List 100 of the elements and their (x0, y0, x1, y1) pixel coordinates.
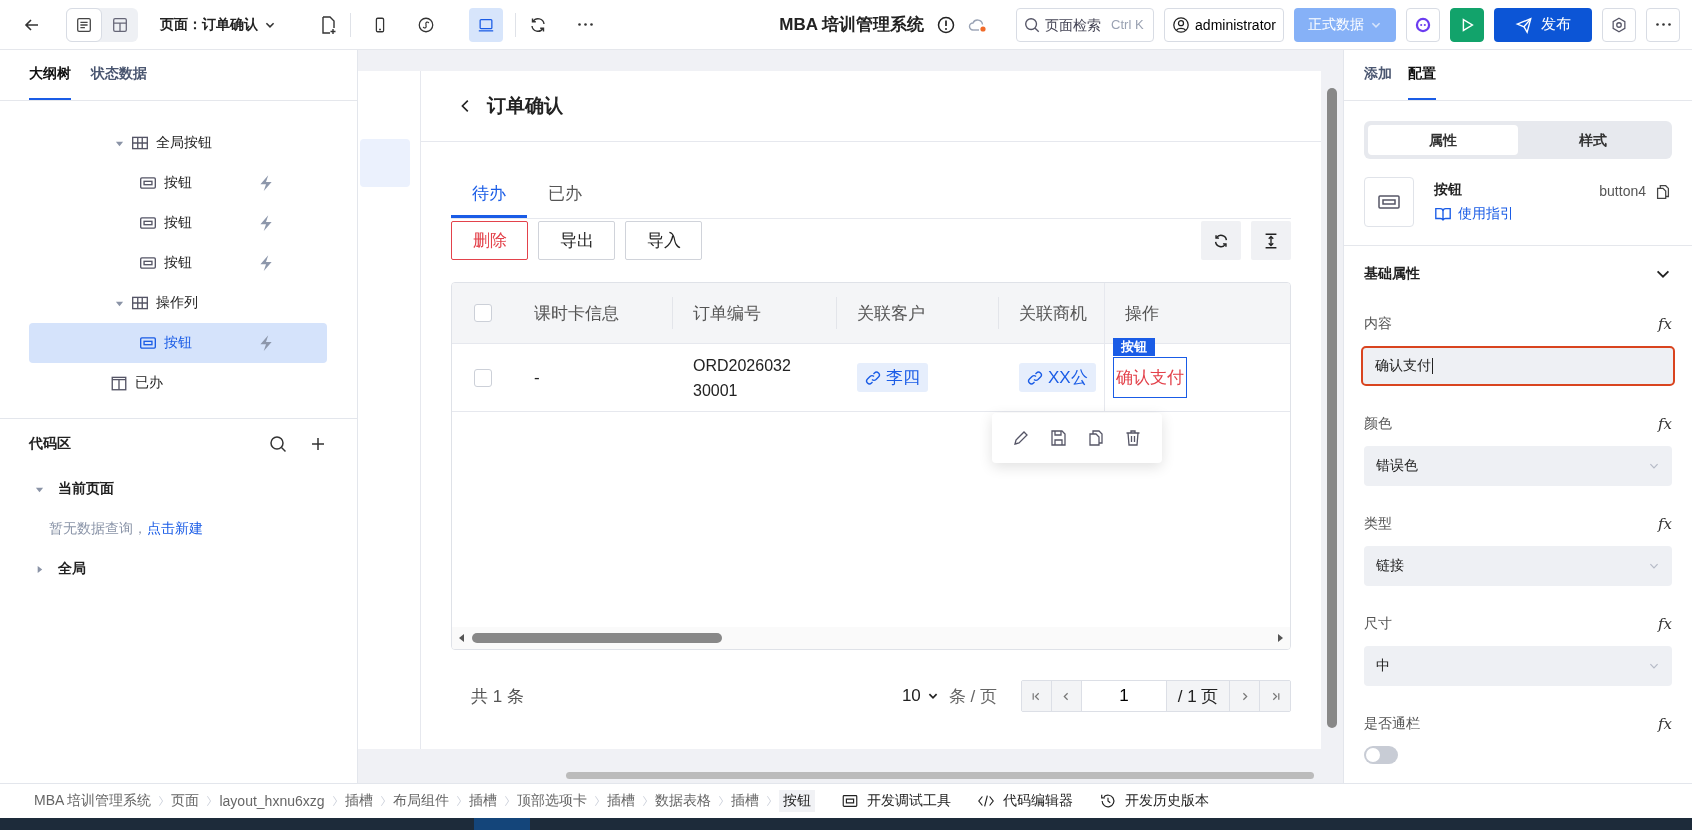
search-icon[interactable] (268, 434, 288, 454)
breadcrumb-item[interactable]: 顶部选项卡 (516, 792, 587, 810)
breadcrumb-item[interactable]: 插槽 (468, 792, 497, 810)
user-icon (1172, 15, 1191, 34)
formula-button[interactable]: fx (1658, 515, 1672, 533)
scroll-right-icon[interactable] (1276, 633, 1284, 643)
book-icon (1434, 205, 1452, 223)
monitor-icon (840, 792, 859, 810)
chevron-icon (764, 793, 773, 809)
page-title: 订单确认 (487, 94, 563, 118)
expand-icon[interactable] (35, 564, 44, 574)
chevron-icon (205, 793, 214, 809)
breadcrumb-item[interactable]: 页面 (171, 792, 200, 810)
tree-item[interactable]: 按钮 (29, 323, 327, 363)
more-icon[interactable] (578, 23, 593, 26)
tree-item[interactable]: 按钮 (29, 203, 327, 243)
assistant-button[interactable] (1406, 7, 1440, 42)
page-size-label: 条 / 页 (948, 685, 997, 708)
breadcrumb-item[interactable]: MBA 培训管理系统 (34, 792, 152, 810)
debug-tool-button[interactable]: 开发调试工具 (840, 792, 951, 810)
action-button[interactable]: 导出 (538, 221, 615, 260)
publish-button[interactable]: 发布 (1494, 7, 1592, 42)
breadcrumb-item[interactable]: 插槽 (606, 792, 635, 810)
code-editor-button[interactable]: 代码编辑器 (976, 792, 1073, 810)
tab[interactable]: 待办 (451, 172, 527, 218)
link-icon (1027, 369, 1043, 386)
button-component-icon (139, 214, 157, 232)
tree-item[interactable]: 操作列 (0, 283, 357, 323)
code-section[interactable]: 全局 (29, 549, 328, 589)
segment-tab[interactable]: 属性 (1368, 125, 1518, 155)
component-id: button4 (1599, 182, 1646, 199)
tree-item[interactable]: 全局按钮 (0, 123, 357, 163)
outline-view-button[interactable] (66, 7, 102, 42)
checkbox[interactable] (474, 304, 492, 322)
select-field[interactable]: 中 (1364, 646, 1672, 686)
segment-tab[interactable]: 样式 (1518, 125, 1668, 155)
confirm-pay-link[interactable]: 确认支付 (1113, 357, 1187, 398)
select-field[interactable]: 链接 (1364, 546, 1672, 586)
toggle-switch[interactable] (1364, 746, 1398, 764)
link-icon (865, 369, 881, 386)
formula-button[interactable]: fx (1658, 715, 1672, 733)
breadcrumb-item[interactable]: layout_hxnu6xzg (219, 793, 325, 809)
opportunity-link[interactable]: XX公 (1019, 363, 1096, 392)
section-title: 基础属性 (1364, 265, 1420, 283)
breadcrumb-item[interactable]: 插槽 (730, 792, 759, 810)
formula-button[interactable]: fx (1658, 315, 1672, 333)
page-size-selector[interactable]: 10 (901, 686, 939, 706)
table-cell-text: ORD202603230001 (693, 355, 792, 401)
customer-link[interactable]: 李四 (857, 363, 928, 392)
create-link[interactable]: 点击新建 (147, 520, 203, 538)
breadcrumb-item[interactable]: 按钮 (778, 790, 815, 812)
run-button[interactable] (1450, 7, 1484, 42)
chevron-icon (378, 793, 387, 809)
content-input[interactable]: 确认支付 (1361, 346, 1675, 386)
document-icon (75, 15, 93, 34)
scrollbar-thumb[interactable] (472, 633, 722, 643)
panel-icon (110, 374, 128, 392)
column-header: 课时卡信息 (534, 302, 619, 325)
chevron-icon (502, 793, 511, 809)
tree-item[interactable]: 按钮 (29, 243, 327, 283)
desktop-view-button[interactable] (469, 7, 503, 42)
breadcrumb-item[interactable]: 数据表格 (654, 792, 711, 810)
component-name: 按钮 (1434, 181, 1463, 199)
history-button[interactable]: 开发历史版本 (1098, 792, 1209, 810)
settings-button[interactable] (1602, 7, 1636, 42)
chevron-icon (330, 793, 339, 809)
save-icon[interactable] (1048, 428, 1069, 448)
panel-tab[interactable]: 状态数据 (91, 50, 147, 100)
button-component-icon (139, 334, 157, 352)
horizontal-scrollbar[interactable] (566, 772, 1314, 779)
app-title: MBA 培训管理系统 (779, 14, 925, 36)
panel-tab[interactable]: 配置 (1408, 50, 1436, 100)
send-icon (1515, 15, 1533, 34)
select-field[interactable]: 错误色 (1364, 446, 1672, 486)
row-height-button[interactable] (1251, 221, 1291, 260)
refresh-button[interactable] (1201, 221, 1241, 260)
copy-icon[interactable] (1654, 183, 1672, 201)
formula-button[interactable]: fx (1658, 415, 1672, 433)
formula-button[interactable]: fx (1658, 615, 1672, 633)
tree-item[interactable]: 按钮 (29, 163, 327, 203)
tree-item[interactable]: 已办 (0, 363, 357, 403)
total-count: 共 1 条 (470, 685, 524, 708)
field-label: 类型 (1364, 515, 1392, 533)
breadcrumb-item[interactable]: 布局组件 (392, 792, 449, 810)
section-title: 代码区 (29, 435, 72, 453)
code-section[interactable]: 当前页面 (29, 469, 328, 509)
guide-link[interactable]: 使用指引 (1434, 205, 1514, 223)
vertical-scrollbar[interactable] (1327, 88, 1337, 728)
breadcrumb-item[interactable]: 插槽 (344, 792, 373, 810)
user-button[interactable]: administrator (1164, 7, 1284, 42)
delete-button[interactable]: 删除 (451, 221, 528, 260)
field-label: 是否通栏 (1364, 715, 1420, 733)
page-selector[interactable]: 页面：订单确认 (160, 15, 276, 34)
action-button[interactable]: 导入 (625, 221, 702, 260)
info-icon[interactable] (936, 14, 957, 35)
panel-tab[interactable]: 添加 (1364, 50, 1392, 100)
tab[interactable]: 已办 (527, 172, 603, 218)
panel-tab[interactable]: 大纲树 (29, 50, 71, 100)
checkbox[interactable] (474, 368, 492, 387)
scroll-left-icon[interactable] (458, 633, 466, 643)
